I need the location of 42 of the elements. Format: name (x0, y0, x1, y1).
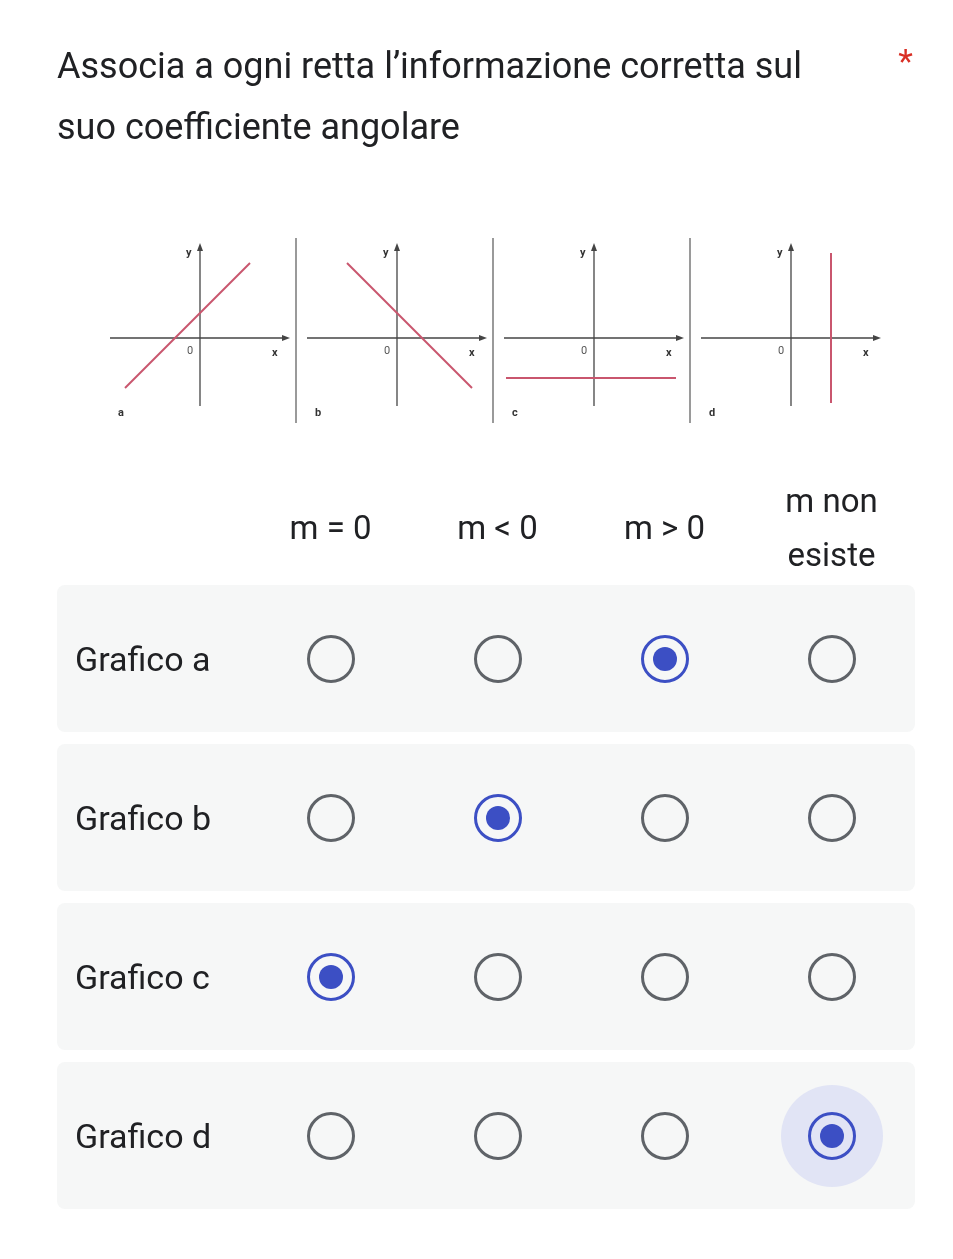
graph-letter: a (118, 406, 124, 419)
radio-button[interactable] (640, 793, 689, 842)
row-label: Grafico d (74, 1114, 213, 1158)
graph-letter: b (315, 406, 322, 419)
radio-button[interactable] (807, 793, 856, 842)
graph-letter: d (709, 406, 716, 419)
row-label: Grafico a (74, 637, 212, 681)
axis-label: y (186, 246, 192, 259)
graph-letter: c (512, 406, 518, 419)
radio-button[interactable] (306, 952, 355, 1001)
radio-button[interactable] (306, 1111, 355, 1160)
column-header: m = 0 (288, 507, 373, 549)
required-mark: * (898, 40, 913, 83)
radio-button[interactable] (640, 1111, 689, 1160)
radio-button[interactable] (640, 952, 689, 1001)
axis-label: y (383, 246, 389, 259)
origin-label: 0 (778, 344, 785, 357)
radio-button[interactable] (306, 793, 355, 842)
axis-label: x (666, 346, 672, 359)
column-header: m non esiste (784, 480, 879, 576)
axis-label: y (777, 246, 783, 259)
origin-label: 0 (581, 344, 588, 357)
axis-label: x (863, 346, 869, 359)
radio-button[interactable] (473, 793, 522, 842)
radio-button[interactable] (473, 952, 522, 1001)
radio-button[interactable] (306, 634, 355, 683)
radio-button[interactable] (473, 634, 522, 683)
row-label: Grafico b (74, 796, 213, 840)
column-header: m > 0 (622, 507, 707, 549)
axis-label: x (469, 346, 475, 359)
origin-label: 0 (384, 344, 391, 357)
radio-button[interactable] (807, 952, 856, 1001)
question-title: Associa a ogni retta l’informazione corretta sul suo coefficiente angolare (57, 44, 803, 150)
origin-label: 0 (187, 344, 194, 357)
radio-button[interactable] (473, 1111, 522, 1160)
radio-button[interactable] (807, 1111, 856, 1160)
axis-label: x (272, 346, 278, 359)
axis-label: y (580, 246, 586, 259)
radio-button[interactable] (807, 634, 856, 683)
radio-button[interactable] (640, 634, 689, 683)
column-header: m < 0 (456, 507, 539, 549)
row-label: Grafico c (74, 955, 211, 999)
